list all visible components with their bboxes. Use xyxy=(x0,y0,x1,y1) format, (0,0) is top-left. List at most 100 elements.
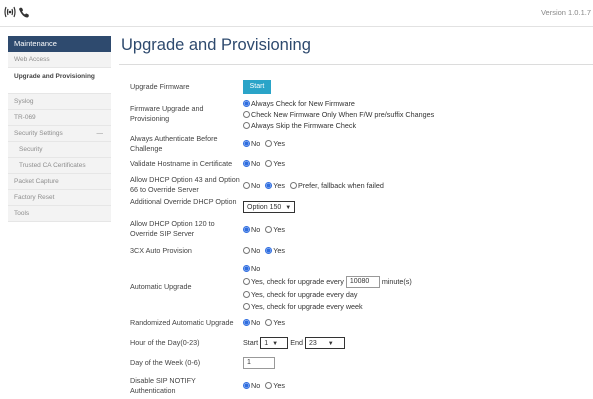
sidebar-item-trusted-ca[interactable]: Trusted CA Certificates xyxy=(8,158,111,174)
sidebar-item-label: Security Settings xyxy=(14,130,63,137)
dhcp-120-label: Allow DHCP Option 120 to Override SIP Se… xyxy=(130,219,215,238)
option-label: Yes xyxy=(273,381,285,390)
validate-hostname-label: Validate Hostname in Certificate xyxy=(130,159,233,168)
collapse-icon[interactable]: — xyxy=(97,126,104,141)
option-label: No xyxy=(251,181,261,190)
option-label: Yes xyxy=(273,246,285,255)
select-value: 1 xyxy=(264,340,269,347)
sidebar-item-web-access[interactable]: Web Access xyxy=(8,52,111,68)
upgrade-firmware-label: Upgrade Firmware xyxy=(130,82,190,91)
radio-button[interactable] xyxy=(265,382,273,389)
start-label: Start xyxy=(243,337,259,347)
option-label: No xyxy=(251,246,261,255)
radio-button[interactable] xyxy=(243,182,250,189)
day-of-week-input[interactable]: 1 xyxy=(243,357,275,369)
option-label: Yes, check for upgrade every xyxy=(251,276,344,286)
sidebar-section-maintenance[interactable]: Maintenance xyxy=(8,36,111,52)
automatic-upgrade-label: Automatic Upgrade xyxy=(130,282,192,291)
dhcp-43-66-radios[interactable]: No Yes Prefer, fallback when failed xyxy=(243,181,387,191)
option-label: No xyxy=(251,381,261,390)
sidebar-item-packet-capture[interactable]: Packet Capture xyxy=(8,174,111,190)
radio-button[interactable] xyxy=(243,140,250,147)
option-label: No xyxy=(251,264,261,273)
disable-notify-label: Disable SIP NOTIFY Authentication xyxy=(130,376,196,395)
radio-button[interactable] xyxy=(265,226,273,233)
fw-check-option-skip[interactable]: Always Skip the Firmware Check xyxy=(243,121,356,131)
fw-check-option-always[interactable]: Always Check for New Firmware xyxy=(243,99,355,109)
brand-logo xyxy=(4,4,30,25)
radio-button[interactable] xyxy=(243,265,250,272)
auto-upgrade-option-weekly[interactable]: Yes, check for upgrade every week xyxy=(243,302,363,312)
additional-override-select[interactable]: Option 150 ▼ xyxy=(243,201,296,213)
sidebar-item-factory-reset[interactable]: Factory Reset xyxy=(8,190,111,206)
radio-button[interactable] xyxy=(243,277,250,285)
option-label: No xyxy=(251,159,261,168)
chevron-down-icon: ▼ xyxy=(285,205,292,211)
sidebar-item-security-settings[interactable]: Security Settings — xyxy=(8,126,111,142)
radio-button[interactable] xyxy=(265,247,273,254)
day-of-week-label: Day of the Week (0-6) xyxy=(130,358,201,367)
auto-upgrade-option-daily[interactable]: Yes, check for upgrade every day xyxy=(243,290,357,300)
radio-button[interactable] xyxy=(243,303,250,310)
hour-of-day-label: Hour of the Day(0-23) xyxy=(130,338,200,347)
page-title: Upgrade and Provisioning xyxy=(121,36,311,54)
option-label: Yes, check for upgrade every week xyxy=(251,302,363,311)
select-value: 23 xyxy=(308,340,317,347)
radio-button[interactable] xyxy=(289,182,297,189)
chevron-down-icon: ▼ xyxy=(327,341,334,347)
end-hour-select[interactable]: 23 ▼ xyxy=(304,337,345,349)
always-auth-radios[interactable]: No Yes xyxy=(243,139,288,149)
sidebar: Maintenance Web Access Upgrade and Provi… xyxy=(8,36,111,222)
hour-of-day-controls[interactable]: Start 1 ▼ End 23 ▼ xyxy=(243,337,345,349)
option-label: Always Skip the Firmware Check xyxy=(251,121,357,130)
upgrade-interval-input[interactable]: 10080 xyxy=(345,276,380,288)
option-label: Yes xyxy=(273,181,285,190)
radio-button[interactable] xyxy=(243,226,250,233)
randomized-upgrade-label: Randomized Automatic Upgrade xyxy=(130,318,234,327)
radio-button[interactable] xyxy=(243,291,250,298)
fw-check-option-prefix[interactable]: Check New Firmware Only When F/W pre/suf… xyxy=(243,110,434,120)
start-upgrade-button[interactable]: Start xyxy=(243,80,271,94)
option-label: Check New Firmware Only When F/W pre/suf… xyxy=(251,110,435,119)
radio-button[interactable] xyxy=(265,182,273,189)
sidebar-item-tools[interactable]: Tools xyxy=(8,206,111,222)
dhcp-120-radios[interactable]: No Yes xyxy=(243,225,288,235)
radio-button[interactable] xyxy=(243,319,250,326)
start-hour-select[interactable]: 1 ▼ xyxy=(260,337,289,349)
radio-button[interactable] xyxy=(265,160,273,167)
sidebar-item-tr069[interactable]: TR-069 xyxy=(8,110,111,126)
cx-auto-provision-radios[interactable]: No Yes xyxy=(243,246,288,256)
unit-label: minute(s) xyxy=(381,276,412,286)
fw-upgrade-provisioning-label: Firmware Upgrade and Provisioning xyxy=(130,104,204,123)
option-label: Yes xyxy=(273,139,285,148)
sidebar-item-security[interactable]: Security xyxy=(8,142,111,158)
radio-button[interactable] xyxy=(243,100,250,107)
radio-button[interactable] xyxy=(243,111,250,118)
auto-upgrade-option-no[interactable]: No xyxy=(243,264,260,274)
disable-notify-radios[interactable]: No Yes xyxy=(243,381,288,391)
option-label: Yes, check for upgrade every day xyxy=(251,290,358,299)
day-of-week-field[interactable]: 1 xyxy=(243,357,275,369)
wifi-phone-icon xyxy=(4,6,29,18)
option-label: Yes xyxy=(273,318,285,327)
radio-button[interactable] xyxy=(243,382,250,389)
top-header: Version 1.0.1.7 xyxy=(0,0,593,27)
option-label: Yes xyxy=(273,159,285,168)
radio-button[interactable] xyxy=(265,140,273,147)
dhcp-43-66-label: Allow DHCP Option 43 and Option 66 to Ov… xyxy=(130,175,240,194)
sidebar-item-upgrade-provisioning[interactable]: Upgrade and Provisioning xyxy=(8,68,111,94)
sidebar-item-syslog[interactable]: Syslog xyxy=(8,94,111,110)
radio-button[interactable] xyxy=(243,247,250,254)
auto-upgrade-option-every[interactable]: Yes, check for upgrade every 10080 minut… xyxy=(243,276,412,288)
radio-button[interactable] xyxy=(243,160,250,167)
option-label: No xyxy=(251,225,261,234)
option-select[interactable]: Option 150 ▼ xyxy=(243,201,296,213)
radio-button[interactable] xyxy=(243,122,250,129)
title-divider xyxy=(119,64,593,65)
validate-hostname-radios[interactable]: No Yes xyxy=(243,159,288,169)
chevron-down-icon: ▼ xyxy=(272,341,279,347)
cx-auto-provision-label: 3CX Auto Provision xyxy=(130,246,192,255)
randomized-upgrade-radios[interactable]: No Yes xyxy=(243,318,288,328)
version-label: Version 1.0.1.7 xyxy=(540,8,591,17)
radio-button[interactable] xyxy=(265,319,273,326)
